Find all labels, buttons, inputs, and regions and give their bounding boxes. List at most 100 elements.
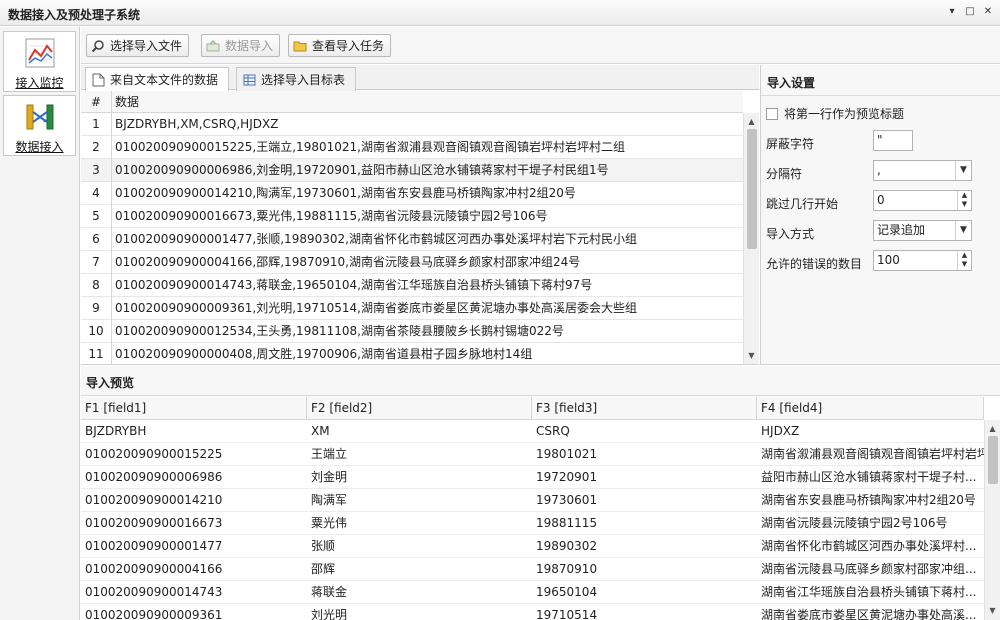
import-icon	[206, 39, 220, 51]
scroll-thumb[interactable]	[988, 436, 998, 484]
import-preview-title: 导入预览	[86, 376, 135, 390]
col-header-field3[interactable]: F3 [field3]	[532, 397, 757, 420]
row-number: 9	[81, 297, 112, 320]
cell-field1: 010020090900014743	[85, 585, 223, 599]
folder-icon	[293, 41, 307, 51]
table-row[interactable]: 010020090900015225 王端立 19801021 湖南省溆浦县观音…	[81, 443, 984, 466]
delimiter-value: ,	[877, 163, 881, 177]
cell-field2: 陶满军	[311, 493, 348, 507]
cell-field2: 刘光明	[311, 608, 348, 620]
scroll-down-icon[interactable]: ▼	[744, 349, 759, 363]
table-row[interactable]: 10 010020090900012534,王头勇,19811108,湖南省茶陵县…	[81, 320, 743, 343]
dropdown-icon[interactable]: ▾	[946, 5, 958, 19]
close-icon[interactable]: ✕	[982, 5, 994, 19]
table-row[interactable]: 010020090900001477 张顺 19890302 湖南省怀化市鹤城区…	[81, 535, 984, 558]
select-file-label: 选择导入文件	[110, 39, 183, 53]
delimiter-label: 分隔符	[766, 167, 803, 181]
window-titlebar: 数据接入及预处理子系统 ▾ □ ✕	[0, 0, 1000, 26]
spinner-icon[interactable]: ▲ ▼	[957, 251, 971, 270]
allowed-errors-value: 100	[877, 253, 900, 267]
cell-field1: 010020090900004166	[85, 562, 223, 576]
view-tasks-button[interactable]: 查看导入任务	[288, 34, 392, 57]
tab-select-target-table[interactable]: 选择导入目标表	[236, 67, 357, 91]
nav-item-monitor[interactable]: 接入监控	[3, 31, 76, 92]
data-import-label: 数据导入	[225, 39, 274, 53]
mask-char-label: 屏蔽字符	[766, 137, 815, 151]
row-data: BJZDRYBH,XM,CSRQ,HJDXZ	[115, 117, 279, 131]
source-grid-header: # 数据	[81, 91, 743, 113]
table-row[interactable]: 8 010020090900014743,蒋联金,19650104,湖南省江华瑶族…	[81, 274, 743, 297]
settings-divider	[761, 95, 1000, 96]
row-number: 7	[81, 251, 112, 274]
nav-label-monitor: 接入监控	[15, 76, 64, 90]
table-row[interactable]: 6 010020090900001477,张顺,19890302,湖南省怀化市鹤城…	[81, 228, 743, 251]
source-tabs: 来自文本文件的数据 选择导入目标表	[81, 65, 759, 91]
cell-field3: 19710514	[536, 608, 598, 620]
col-header-field2[interactable]: F2 [field2]	[307, 397, 532, 420]
row-number: 8	[81, 274, 112, 297]
table-row[interactable]: 010020090900009361 刘光明 19710514 湖南省娄底市娄星…	[81, 604, 984, 620]
allowed-errors-label: 允许的错误的数目	[766, 257, 863, 271]
cell-field2: 蒋联金	[311, 585, 348, 599]
nav-item-data-access[interactable]: 数据接入	[3, 95, 76, 156]
delimiter-select[interactable]: , ▼	[873, 160, 972, 181]
chevron-down-icon[interactable]: ▼	[955, 221, 971, 240]
import-mode-select[interactable]: 记录追加 ▼	[873, 220, 972, 241]
scroll-up-icon[interactable]: ▲	[985, 422, 1000, 436]
import-settings-panel: 导入设置 将第一行作为预览标题 屏蔽字符 " 分隔符 , ▼ 跳过几行开始 0 …	[760, 65, 1000, 365]
select-file-button[interactable]: 选择导入文件	[86, 34, 190, 57]
scroll-thumb[interactable]	[747, 129, 757, 249]
cell-field1: 010020090900016673	[85, 516, 223, 530]
table-row[interactable]: 010020090900006986 刘金明 19720901 益阳市赫山区沧水…	[81, 466, 984, 489]
table-row[interactable]: BJZDRYBH XM CSRQ HJDXZ	[81, 420, 984, 443]
row-number: 1	[81, 113, 112, 136]
tab-text-file-data[interactable]: 来自文本文件的数据	[85, 67, 230, 91]
table-row[interactable]: 010020090900014743 蒋联金 19650104 湖南省江华瑶族自…	[81, 581, 984, 604]
mask-char-value: "	[877, 133, 883, 147]
table-row[interactable]: 1 BJZDRYBH,XM,CSRQ,HJDXZ	[81, 113, 743, 136]
preview-grid-scrollbar[interactable]: ▲ ▼	[984, 420, 1000, 620]
cell-field4: 湖南省沅陵县沅陵镇宁园2号106号	[761, 516, 948, 530]
table-row[interactable]: 11 010020090900000408,周文胜,19700906,湖南省道县柑…	[81, 343, 743, 364]
row-number: 11	[81, 343, 112, 364]
document-icon	[92, 73, 105, 86]
cell-field2: 邵辉	[311, 562, 336, 576]
table-row[interactable]: 3 010020090900006986,刘金明,19720901,益阳市赫山区沧…	[81, 159, 743, 182]
spinner-icon[interactable]: ▲ ▼	[957, 191, 971, 210]
settings-title: 导入设置	[767, 76, 816, 90]
source-grid-scrollbar[interactable]: ▲ ▼	[743, 113, 759, 364]
mask-char-input[interactable]: "	[873, 130, 913, 151]
table-row[interactable]: 010020090900016673 粟光伟 19881115 湖南省沅陵县沅陵…	[81, 512, 984, 535]
table-row[interactable]: 010020090900014210 陶满军 19730601 湖南省东安县鹿马…	[81, 489, 984, 512]
allowed-errors-stepper[interactable]: 100 ▲ ▼	[873, 250, 972, 271]
scroll-up-icon[interactable]: ▲	[744, 115, 759, 129]
cell-field2: 粟光伟	[311, 516, 348, 530]
col-header-field4[interactable]: F4 [field4]	[757, 397, 984, 420]
data-flow-icon	[26, 104, 54, 130]
row-data: 010020090900000408,周文胜,19700906,湖南省道县柑子园…	[115, 347, 533, 361]
table-row[interactable]: 9 010020090900009361,刘光明,19710514,湖南省娄底市娄…	[81, 297, 743, 320]
data-import-button[interactable]: 数据导入	[201, 34, 281, 57]
row-number: 10	[81, 320, 112, 343]
cell-field4: 湖南省江华瑶族自治县桥头铺镇下蒋村...	[761, 585, 977, 599]
table-row[interactable]: 7 010020090900004166,邵辉,19870910,湖南省沅陵县马底…	[81, 251, 743, 274]
cell-field4: 湖南省怀化市鹤城区河西办事处溪坪村...	[761, 539, 977, 553]
tab-label-text-file-data: 来自文本文件的数据	[110, 73, 219, 87]
maximize-icon[interactable]: □	[964, 5, 976, 19]
table-row[interactable]: 2 010020090900015225,王端立,19801021,湖南省溆浦县观…	[81, 136, 743, 159]
col-header-field1[interactable]: F1 [field1]	[81, 397, 307, 420]
table-row[interactable]: 5 010020090900016673,粟光伟,19881115,湖南省沅陵县沅…	[81, 205, 743, 228]
table-icon	[243, 74, 256, 85]
tab-label-select-target-table: 选择导入目标表	[261, 73, 346, 87]
scroll-down-icon[interactable]: ▼	[985, 604, 1000, 618]
cell-field1: 010020090900001477	[85, 539, 223, 553]
cell-field3: 19870910	[536, 562, 598, 576]
cell-field4: 湖南省溆浦县观音阁镇观音阁镇岩坪村岩坪村...	[761, 447, 984, 461]
skip-rows-stepper[interactable]: 0 ▲ ▼	[873, 190, 972, 211]
table-row[interactable]: 4 010020090900014210,陶满军,19730601,湖南省东安县鹿…	[81, 182, 743, 205]
nav-label-data-access: 数据接入	[15, 140, 64, 154]
checkbox-box[interactable]	[766, 107, 778, 120]
table-row[interactable]: 010020090900004166 邵辉 19870910 湖南省沅陵县马底驿…	[81, 558, 984, 581]
first-row-header-checkbox[interactable]: 将第一行作为预览标题	[766, 105, 904, 122]
chevron-down-icon[interactable]: ▼	[955, 161, 971, 180]
